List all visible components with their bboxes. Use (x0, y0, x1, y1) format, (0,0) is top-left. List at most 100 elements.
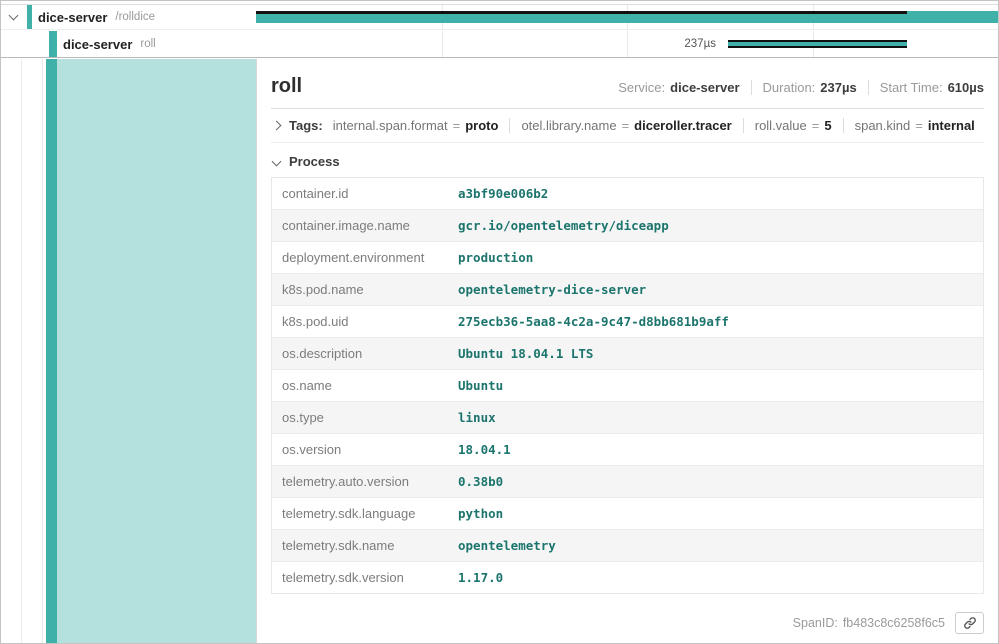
trace-span-row: dice-server /rolldice (1, 4, 998, 30)
key-cell: container.id (272, 178, 448, 209)
key-cell: k8s.pod.name (272, 274, 448, 305)
table-row: os.description Ubuntu 18.04.1 LTS (272, 338, 983, 370)
key-cell: os.version (272, 434, 448, 465)
key-cell: telemetry.auto.version (272, 466, 448, 497)
table-row: deployment.environment production (272, 242, 983, 274)
equals-sign (622, 118, 630, 133)
value-cell: production (448, 242, 543, 273)
span-name-cell[interactable]: dice-server roll (1, 31, 256, 57)
process-table: container.id a3bf90e006b2 container.imag… (271, 177, 984, 594)
table-row: telemetry.sdk.version 1.17.0 (272, 562, 983, 593)
tag-key: otel.library.name (521, 118, 616, 133)
deep-link-button[interactable] (955, 612, 984, 634)
equals-sign (915, 118, 923, 133)
span-timeline: 237µs (256, 31, 998, 57)
span-detail-panel: roll Service: dice-server Duration: 237µ… (256, 59, 998, 643)
spanid-label: SpanID: (793, 616, 838, 630)
key-cell: os.type (272, 402, 448, 433)
span-operation-name: /rolldice (115, 11, 155, 23)
tag-value: proto (465, 118, 498, 133)
equals-sign (812, 118, 820, 133)
key-cell: container.image.name (272, 210, 448, 241)
table-row: telemetry.auto.version 0.38b0 (272, 466, 983, 498)
selected-span-color-strip (46, 59, 57, 643)
service-color-band (27, 5, 32, 29)
spanid-value: fb483c8c6258f6c5 (843, 616, 945, 630)
duration-label: Duration: (763, 80, 816, 95)
table-row: k8s.pod.uid 275ecb36-5aa8-4c2a-9c47-d8bb… (272, 306, 983, 338)
span-list-gutter (1, 59, 256, 643)
value-cell: 18.04.1 (448, 434, 521, 465)
tag-key: internal.span.format (333, 118, 448, 133)
key-cell: os.name (272, 370, 448, 401)
table-row: container.image.name gcr.io/opentelemetr… (272, 210, 983, 242)
start-time-value: 610µs (948, 80, 984, 95)
detail-row: roll Service: dice-server Duration: 237µ… (1, 59, 998, 643)
indent-guide (21, 59, 22, 643)
tag-key: roll.value (755, 118, 807, 133)
start-time-label: Start Time: (880, 80, 943, 95)
critical-path-bar (256, 11, 907, 14)
key-cell: os.description (272, 338, 448, 369)
duration-value: 237µs (820, 80, 856, 95)
key-cell: deployment.environment (272, 242, 448, 273)
tags-accordion-header[interactable]: Tags: internal.span.format proto otel.lib… (271, 109, 984, 143)
indent-guide (42, 59, 43, 643)
span-service-name: dice-server (63, 37, 132, 52)
value-cell: 275ecb36-5aa8-4c2a-9c47-d8bb681b9aff (448, 306, 739, 337)
span-detail-title: roll (271, 75, 302, 98)
meta-divider (751, 80, 752, 95)
table-row: os.version 18.04.1 (272, 434, 983, 466)
selected-span-highlight[interactable] (57, 59, 256, 643)
tags-summary: internal.span.format proto otel.library.n… (333, 118, 984, 133)
span-bar-tail (907, 11, 998, 14)
tag-value: internal (928, 118, 975, 133)
collapse-chevron-icon[interactable] (9, 11, 19, 21)
value-cell: 0.38b0 (448, 466, 513, 497)
value-cell: a3bf90e006b2 (448, 178, 558, 209)
tag-summary-pair: roll.value 5 (743, 118, 843, 133)
table-row: os.type linux (272, 402, 983, 434)
key-cell: telemetry.sdk.version (272, 562, 448, 593)
value-cell: Ubuntu 18.04.1 LTS (448, 338, 603, 369)
trace-detail-view: dice-server /rolldice dice-server roll 2… (0, 0, 999, 644)
service-value: dice-server (670, 80, 739, 95)
span-footer: SpanID: fb483c8c6258f6c5 (793, 612, 984, 634)
service-label: Service: (618, 80, 665, 95)
tag-value: diceroller.tracer (634, 118, 732, 133)
table-row: k8s.pod.name opentelemetry-dice-server (272, 274, 983, 306)
value-cell: Ubuntu (448, 370, 513, 401)
chevron-right-icon (272, 121, 282, 131)
chevron-down-icon (272, 157, 282, 167)
tag-summary-pair: span.kind internal (843, 118, 984, 133)
tag-summary-pair: internal.span.format proto (333, 118, 510, 133)
table-row: telemetry.sdk.name opentelemetry (272, 530, 983, 562)
value-cell: 1.17.0 (448, 562, 513, 593)
service-color-band (49, 31, 57, 57)
span-detail-header: roll Service: dice-server Duration: 237µ… (271, 59, 984, 109)
tags-label: Tags: (289, 118, 323, 133)
process-accordion-header[interactable]: Process (271, 143, 984, 177)
meta-divider (868, 80, 869, 95)
key-cell: telemetry.sdk.language (272, 498, 448, 529)
value-cell: python (448, 498, 513, 529)
value-cell: gcr.io/opentelemetry/diceapp (448, 210, 679, 241)
span-service-name: dice-server (38, 10, 107, 25)
tag-summary-pair: otel.library.name diceroller.tracer (509, 118, 742, 133)
trace-span-row: dice-server roll 237µs (1, 31, 998, 58)
key-cell: k8s.pod.uid (272, 306, 448, 337)
tag-key: span.kind (855, 118, 911, 133)
value-cell: opentelemetry (448, 530, 566, 561)
tag-value: 5 (824, 118, 831, 133)
table-row: os.name Ubuntu (272, 370, 983, 402)
span-bar[interactable] (728, 40, 908, 48)
span-name-cell[interactable]: dice-server /rolldice (1, 5, 256, 29)
equals-sign (453, 118, 461, 133)
link-icon (963, 616, 977, 630)
value-cell: linux (448, 402, 506, 433)
span-duration-label: 237µs (256, 31, 722, 57)
table-row: telemetry.sdk.language python (272, 498, 983, 530)
span-bar[interactable] (256, 14, 998, 23)
span-timeline (256, 5, 998, 29)
process-label: Process (289, 154, 340, 169)
